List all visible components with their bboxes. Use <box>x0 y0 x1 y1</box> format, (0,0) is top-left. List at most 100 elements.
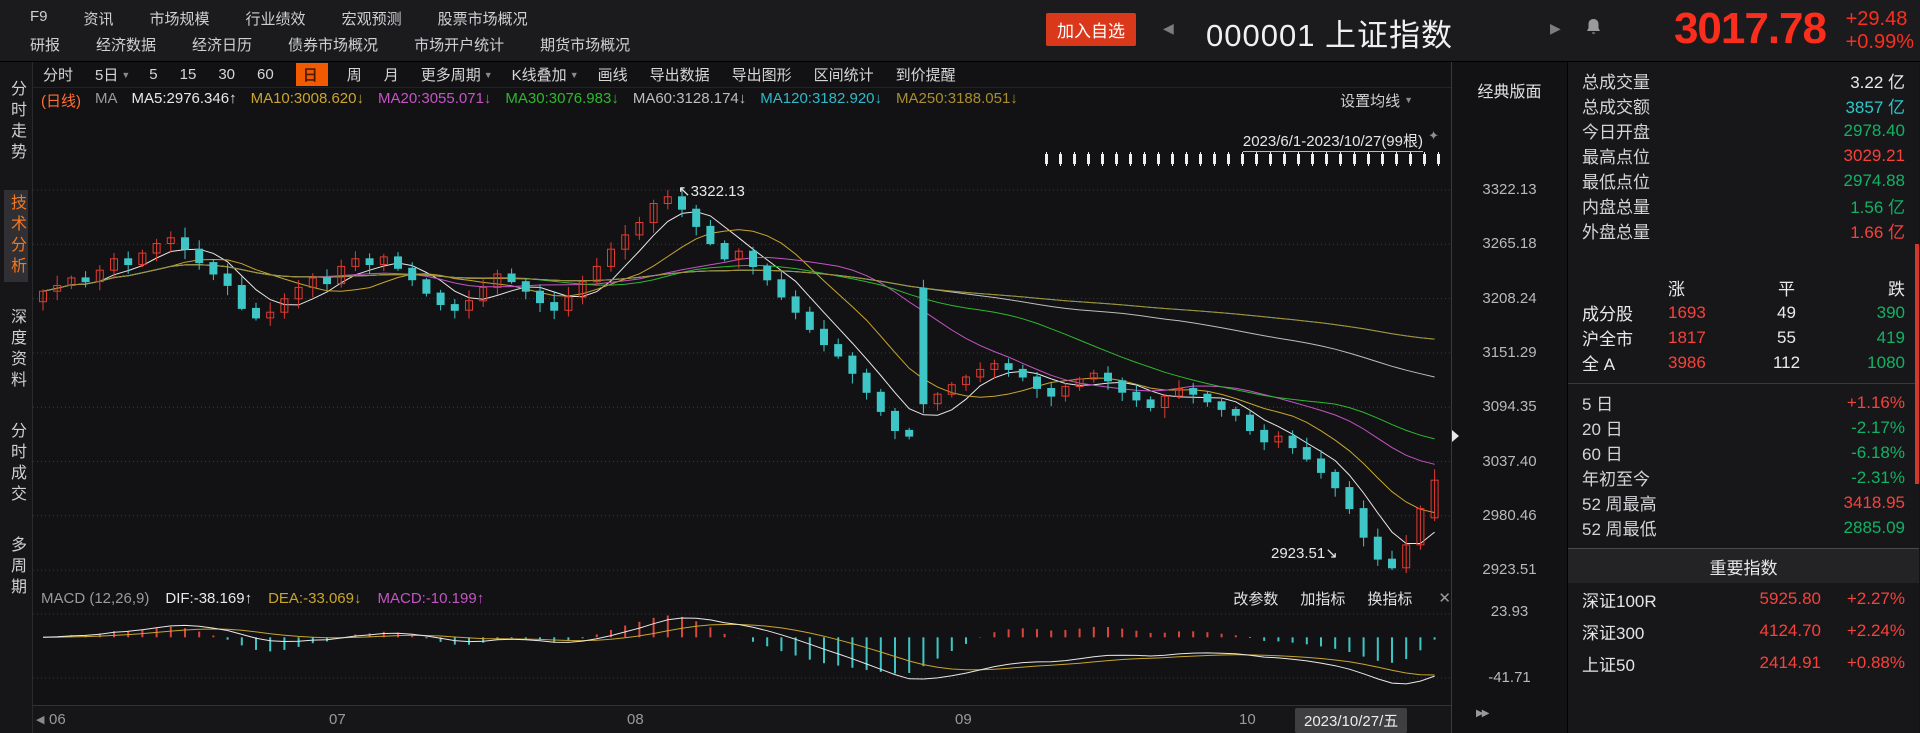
toolbar-item[interactable]: K线叠加 ▼ <box>512 64 579 85</box>
stat-value: 1.66 亿 <box>1850 223 1905 242</box>
sidebar-tab[interactable]: 深度资料 <box>4 304 28 396</box>
menu-item[interactable]: 行业绩效 <box>246 8 306 29</box>
macd-tool-button[interactable]: 换指标 <box>1367 588 1412 609</box>
toolbar-item-label: 分时 <box>43 67 74 84</box>
stat-value: 2974.88 <box>1843 170 1905 190</box>
menu-item[interactable]: 债券市场概况 <box>288 34 378 55</box>
caret-down-icon: ▼ <box>483 69 493 80</box>
right-info-panel: 总成交量 3.22 亿 总成交额 3857 亿 今日开盘 2978.40 最高点… <box>1567 62 1919 733</box>
ma-value: MA250:3188.051↓ <box>896 89 1018 107</box>
period-toolbar: 分时 5日 ▼ 5 15 30 60 日 周 月 更多周期 ▼ K线叠加 ▼ 画… <box>33 62 1451 88</box>
up-header: 涨 <box>1668 280 1685 299</box>
toolbar-item[interactable]: 日 <box>295 63 328 86</box>
toolbar-item[interactable]: 导出图形 <box>732 64 795 85</box>
group-name: 成分股 <box>1582 305 1633 324</box>
menu-item[interactable]: 市场规模 <box>150 8 210 29</box>
change-value: +29.48 <box>1845 8 1908 30</box>
last-price: 3017.78 <box>1673 4 1827 53</box>
sidebar-tab[interactable]: 技术分析 <box>4 190 28 282</box>
updown-rows: 成分股 1693 49 390 沪全市 1817 55 419 全 A 3986 <box>1568 300 1919 375</box>
macd-dif-value: DIF:-38.169↑ <box>165 589 253 607</box>
scroll-left-icon[interactable]: ◀ <box>36 713 44 726</box>
toolbar-item[interactable]: 周 <box>347 64 365 85</box>
group-name: 沪全市 <box>1582 330 1633 349</box>
ma-legend-row: (日线) MA MA5:2976.346↑ MA10:3008.620↓ MA20:30… <box>33 88 1451 112</box>
ma-values: (日线) MA MA5:2976.346↑ MA10:3008.620↓ MA20:30… <box>41 90 1018 111</box>
month-label: 08 <box>627 711 644 728</box>
toolbar-item[interactable]: 画线 <box>598 64 631 85</box>
index-name: 上证50 <box>1582 655 1635 675</box>
y-axis-label: 3037.40 <box>1482 452 1537 470</box>
header-bar: F9 资讯 市场规模 行业绩效 宏观预测 股票市场概况 研报 经济数据 经济日历 债券市场概况 市… <box>0 0 1920 62</box>
sidebar-tab[interactable]: 分时成交 <box>4 418 28 510</box>
toolbar-item[interactable]: 到价提醒 <box>896 64 959 85</box>
toolbar-item-label: 周 <box>346 67 362 84</box>
caret-down-icon: ▼ <box>1404 95 1413 105</box>
menu-item[interactable]: 期货市场概况 <box>540 34 630 55</box>
current-date-label: 2023/10/27/五 <box>1295 708 1408 733</box>
stat-value: 3857 亿 <box>1845 98 1905 117</box>
scroll-right-icon[interactable]: ▶▶ <box>1476 708 1489 719</box>
toolbar-item[interactable]: 导出数据 <box>650 64 713 85</box>
flat-count: 49 <box>1777 302 1796 322</box>
toolbar-item[interactable]: 区间统计 <box>814 64 877 85</box>
month-label: 07 <box>329 711 346 728</box>
next-stock-icon[interactable]: ▶ <box>1550 20 1561 37</box>
menu-item[interactable]: 研报 <box>30 34 60 55</box>
menu-row-1: F9 资讯 市场规模 行业绩效 宏观预测 股票市场概况 <box>30 8 528 29</box>
period-row: 52 周最低 2885.09 <box>1568 515 1919 540</box>
toolbar-item-label: 区间统计 <box>813 67 874 84</box>
index-change-percent: +2.24% <box>1846 621 1905 640</box>
stat-label: 内盘总量 <box>1582 198 1650 217</box>
menu-item[interactable]: 市场开户统计 <box>414 34 504 55</box>
period-value: -2.17% <box>1851 417 1905 437</box>
mini-candle-strip <box>1045 152 1451 166</box>
toolbar-item[interactable]: 30 <box>218 66 238 83</box>
toolbar-item[interactable]: 分时 <box>43 64 76 85</box>
toolbar-item[interactable]: 5 <box>149 66 160 83</box>
close-icon[interactable]: ✕ <box>1438 589 1451 607</box>
sidebar-tab[interactable]: 分时走势 <box>4 76 28 168</box>
period-label: 20 日 <box>1582 420 1623 439</box>
toolbar-item[interactable]: 5日 ▼ <box>95 64 130 85</box>
classic-layout-button[interactable]: 经典版面 <box>1452 78 1567 102</box>
ma-settings-button[interactable]: 设置均线 ▼ <box>1340 90 1413 111</box>
x-axis-bar: ◀ 06 07 08 09 10 2023/10/27/五 <box>33 705 1451 733</box>
panel-scrollbar[interactable] <box>1915 244 1919 484</box>
menu-item[interactable]: 资讯 <box>84 8 114 29</box>
toolbar-item[interactable]: 更多周期 ▼ <box>421 64 493 85</box>
toolbar-item-label: 画线 <box>597 67 628 84</box>
y-axis-label: 3322.13 <box>1482 181 1537 198</box>
panel-collapse-handle[interactable] <box>1452 430 1459 442</box>
pin-icon[interactable]: ✦ <box>1428 128 1439 144</box>
toolbar-item-label: 60 <box>257 66 274 83</box>
macd-tool-button[interactable]: 加指标 <box>1300 588 1345 609</box>
index-row[interactable]: 上证50 2414.91 +0.88% <box>1568 647 1919 679</box>
up-count: 1817 <box>1668 327 1706 347</box>
toolbar-item[interactable]: 月 <box>384 64 402 85</box>
stat-row: 内盘总量 1.56 亿 <box>1568 193 1919 218</box>
period-row: 5 日 +1.16% <box>1568 390 1919 415</box>
menu-item[interactable]: 经济日历 <box>192 34 252 55</box>
menu-item[interactable]: 经济数据 <box>96 34 156 55</box>
period-label: 52 周最低 <box>1582 520 1657 539</box>
sidebar-tab[interactable]: 多周期 <box>4 532 28 603</box>
period-value: 3418.95 <box>1843 492 1905 512</box>
menu-item[interactable]: 股票市场概况 <box>438 8 528 29</box>
date-range-label[interactable]: 2023/6/1-2023/10/27(99根) <box>1242 130 1423 152</box>
index-row[interactable]: 深证100R 5925.80 +2.27% <box>1568 583 1919 615</box>
period-row: 52 周最高 3418.95 <box>1568 490 1919 515</box>
menu-item[interactable]: 宏观预测 <box>342 8 402 29</box>
toolbar-item[interactable]: 60 <box>257 66 277 83</box>
toolbar-item[interactable]: 15 <box>180 66 200 83</box>
menu-row-2: 研报 经济数据 经济日历 债券市场概况 市场开户统计 期货市场概况 <box>30 34 630 55</box>
prev-stock-icon[interactable]: ◀ <box>1163 20 1174 37</box>
alert-bell-icon[interactable] <box>1585 18 1602 42</box>
candlestick-chart[interactable]: 2023/6/1-2023/10/27(99根) ✦ ↖3322.13 2923… <box>33 112 1452 585</box>
menu-item[interactable]: F9 <box>30 8 48 29</box>
stat-value: 1.56 亿 <box>1850 198 1905 217</box>
macd-tool-button[interactable]: 改参数 <box>1233 588 1278 609</box>
macd-plot[interactable] <box>33 611 1452 705</box>
add-watchlist-button[interactable]: 加入自选 <box>1046 13 1136 46</box>
index-row[interactable]: 深证300 4124.70 +2.24% <box>1568 615 1919 647</box>
